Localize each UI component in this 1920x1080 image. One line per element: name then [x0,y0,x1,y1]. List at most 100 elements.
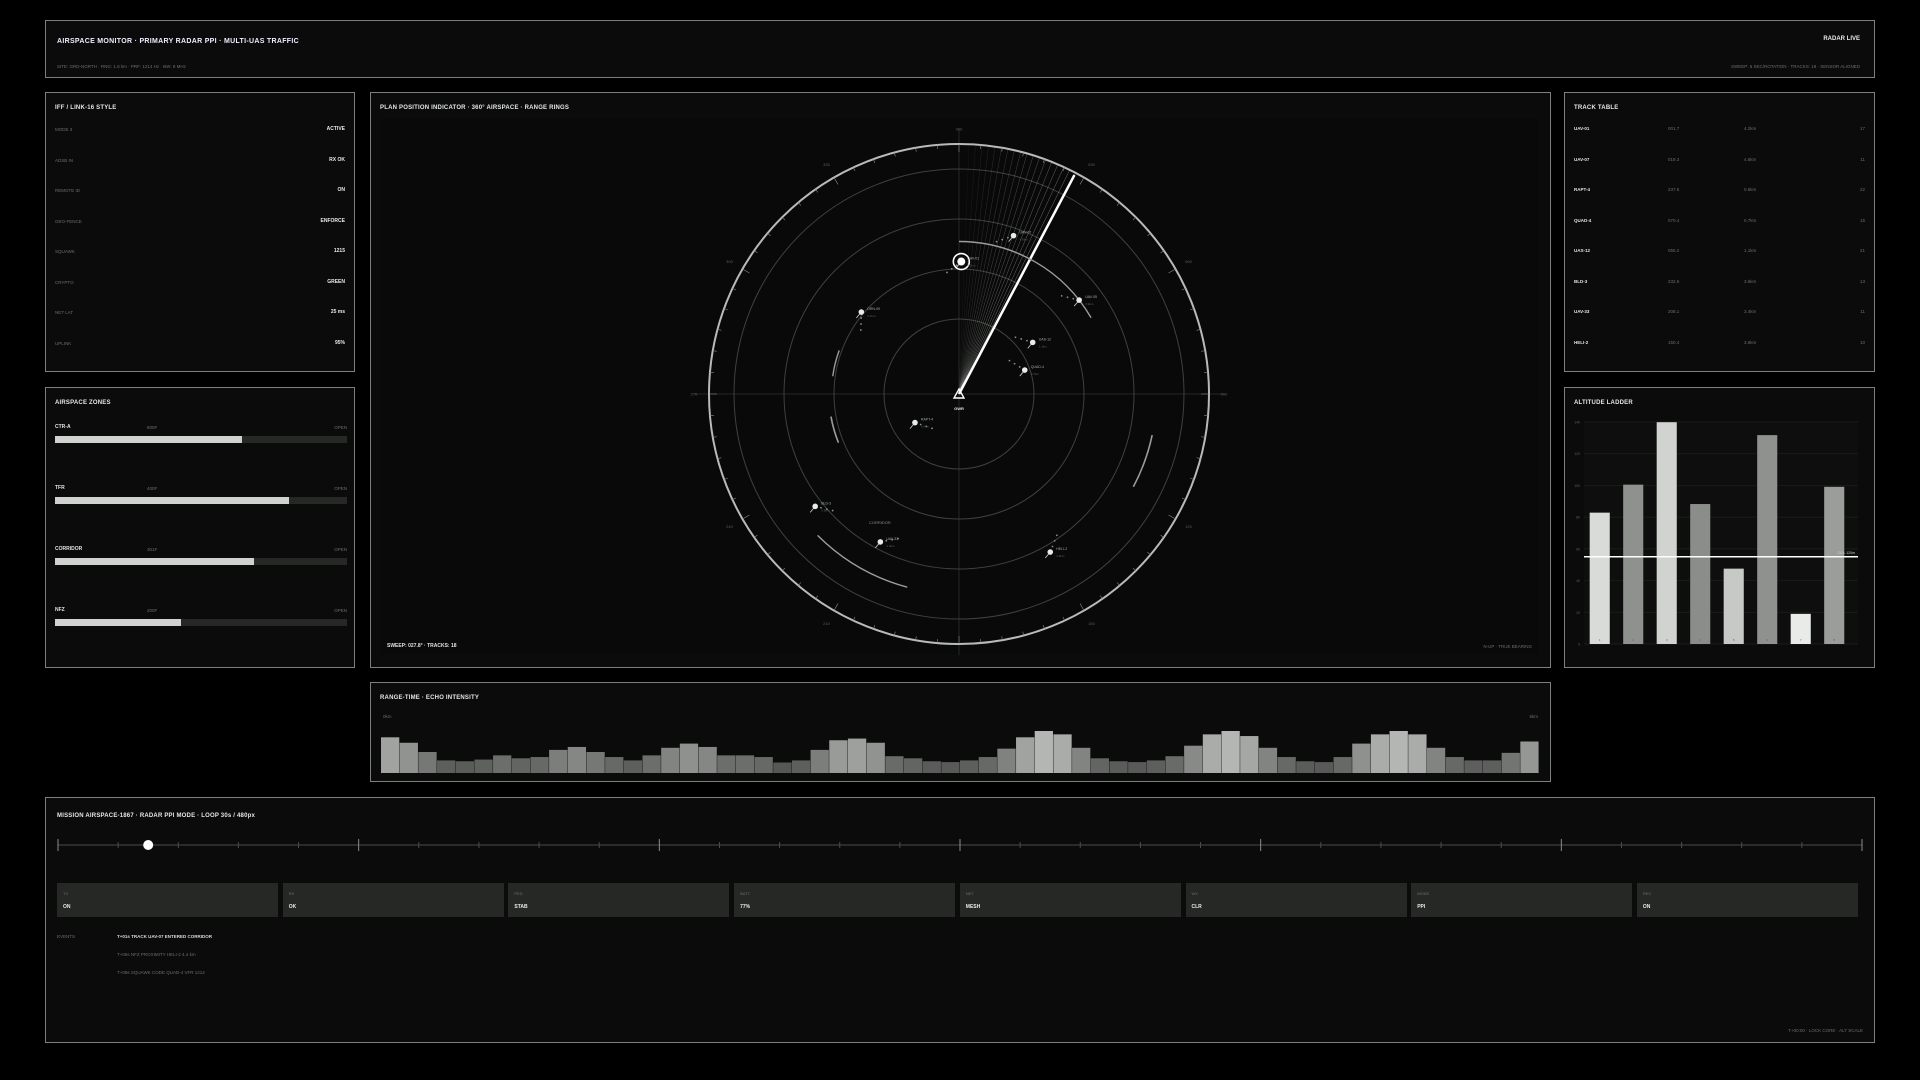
track-marker [1021,367,1028,373]
event-log-entry: T+01s TRACK UAV-07 ENTERED CORRIDOR [117,934,213,939]
track-id: UAV-33 [1574,309,1590,314]
radar-track[interactable]: UAV-07 4.6km [995,231,1032,243]
echo-bar [847,738,867,773]
echo-bar [773,762,792,773]
track-id: UAV-01 [1574,126,1590,131]
altitude-tick-label: 20 [1576,611,1580,615]
sweep-readout: SWEEP: 027.8° · TRACKS: 18 [387,643,457,649]
echo-title: RANGE-TIME · ECHO INTENSITY [380,695,480,701]
track-id: QUAD-4 [1574,217,1592,223]
iff-row-value: ACTIVE [326,126,345,132]
track-quality: 11 [1860,309,1865,314]
radar-track[interactable]: DRN-09 2.1km [856,307,880,331]
status-tile-value: 77% [740,904,751,910]
track-marker [1076,297,1082,303]
altitude-bar[interactable] [1656,422,1677,644]
altitude-bar[interactable] [1589,512,1610,644]
track-bearing: 237.5 [1668,187,1680,192]
track-history-dot [831,509,834,512]
track-id: UAV-07 [1574,156,1590,162]
echo-bar [381,737,400,773]
echo-bar [1352,743,1371,773]
echo-bar [1258,747,1278,773]
zone-level-fill [55,497,289,504]
echo-bar [1389,731,1408,773]
timeline-playhead[interactable] [143,840,154,850]
track-marker [858,309,865,315]
track-marker [1010,232,1017,239]
track-sublabel: 1.1km [1039,344,1048,348]
zone-level-track [55,558,347,565]
track-history-dot [1051,545,1054,548]
track-id: HELI-2 [1574,339,1589,345]
echo-bar [978,757,997,773]
iff-row-key: ADSB IN [55,157,74,163]
track-marker [812,503,818,510]
echo-bar [1464,760,1483,773]
center-label: GWR [954,406,964,411]
ppi-title: PLAN POSITION INDICATOR · 360° AIRSPACE … [380,105,570,111]
echo-bar [754,757,773,773]
altitude-tick-label: 140 [1574,421,1580,425]
zone-level-fill [55,619,181,626]
iff-row-key: MODE 3 [55,127,73,132]
radar-track[interactable]: UAV-05 3.9km [1060,294,1097,307]
altitude-bar[interactable] [1690,504,1711,644]
track-history-dot [1001,238,1004,241]
radar-track[interactable]: BLD-3 3.6km [809,501,834,513]
altitude-bar[interactable] [1623,484,1644,644]
iff-row-value: RX OK [329,156,345,163]
track-marker [1029,339,1036,346]
mission-title: MISSION AIRSPACE-1867 · RADAR PPI MODE ·… [57,813,256,819]
bearing-label: 210 [823,621,830,626]
altitude-tick-label: 40 [1576,579,1580,583]
echo-bar [1296,761,1315,773]
iff-title: IFF / LINK-16 STYLE [55,105,117,111]
iff-row: ADSB IN RX OK [55,156,345,163]
echo-histogram [381,731,1539,773]
echo-bar [511,758,531,773]
events-label: EVENTS [57,934,76,939]
event-log-entry: T+06s NFZ PROXIMITY HELI-2 4.4 km [117,952,196,957]
track-history-dot [1060,294,1063,297]
iff-row-value: GREEN [327,278,345,285]
track-history-dot [1006,236,1009,239]
echo-bar [1426,747,1446,773]
altitude-bar[interactable] [1757,435,1778,644]
status-tile: MODE PPI [1411,883,1633,917]
echo-intensity-panel: RANGE-TIME · ECHO INTENSITY 0km 5km [370,682,1551,782]
echo-bar [623,760,643,773]
track-label: UAV-33 [886,537,898,541]
status-tile-key: PED [514,891,523,896]
echo-bar [1370,734,1390,773]
radar-track[interactable]: UAV-33 3.4km [875,537,899,549]
status-tile-key: BATT [740,891,751,896]
echo-bar [903,758,923,773]
ppi-display[interactable]: 000030060090120150180210240270300330CORR… [380,119,1539,662]
track-sublabel: 3.9km [1085,302,1094,306]
echo-bar [1520,741,1539,773]
airspace-zones-panel: AIRSPACE ZONES CTR-A 800F OPEN TFR 400F OPEN C… [45,387,355,668]
status-tile-key: TX [63,891,69,896]
altitude-bar[interactable] [1723,568,1744,644]
radar-track[interactable]: HELI-2 3.9km [1044,534,1067,559]
status-tile: TX ON [57,883,278,917]
track-history-dot [860,317,863,319]
sweep-trail [958,147,1002,395]
zone-code: 400F [147,486,158,491]
altitude-tick-label: 80 [1576,516,1580,520]
status-tile-value: PPI [1417,904,1426,910]
radar-track[interactable]: UAS-12 1.1km [1014,336,1051,349]
track-history-dot [1013,362,1016,365]
mission-timeline[interactable] [56,833,1866,857]
echo-bar [418,752,437,773]
zone-status: OPEN [334,425,347,430]
radar-track[interactable]: QUAD-4 0.7km [1008,359,1045,377]
zones-title: AIRSPACE ZONES [55,400,111,406]
radar-scope[interactable]: 000030060090120150180210240270300330CORR… [380,119,1539,662]
event-log-entry: T+08s SQUAWK CODE QUAD-4 VFR 1214 [117,970,205,975]
iff-row: CRYPTO GREEN [55,278,345,285]
track-label: HELI-2 [1056,547,1067,551]
altitude-bar[interactable] [1824,486,1845,644]
radar-track[interactable]: RAPT-4 0.6km [909,418,933,430]
